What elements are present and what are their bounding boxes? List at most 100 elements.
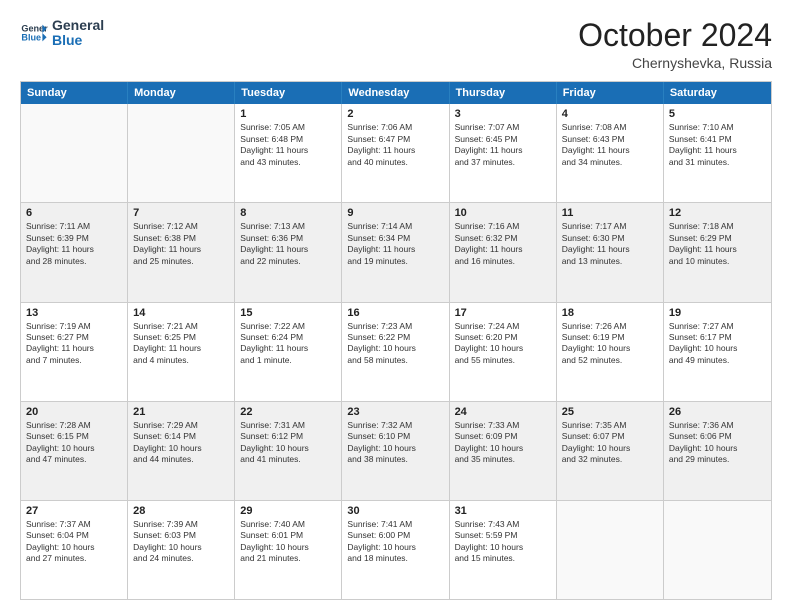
- location: Chernyshevka, Russia: [578, 55, 772, 71]
- cal-day-cell: 7Sunrise: 7:12 AM Sunset: 6:38 PM Daylig…: [128, 203, 235, 301]
- day-number: 15: [240, 307, 336, 319]
- day-details: Sunrise: 7:12 AM Sunset: 6:38 PM Dayligh…: [133, 221, 229, 267]
- day-details: Sunrise: 7:33 AM Sunset: 6:09 PM Dayligh…: [455, 420, 551, 466]
- day-number: 25: [562, 406, 658, 418]
- day-details: Sunrise: 7:21 AM Sunset: 6:25 PM Dayligh…: [133, 321, 229, 367]
- day-number: 26: [669, 406, 766, 418]
- cal-day-cell: 18 Sunrise: 7:26 AM Sunset: 6:19 PM Dayli…: [557, 303, 664, 401]
- day-number: 20: [26, 406, 122, 418]
- cal-day-cell: 14 Sunrise: 7:21 AM Sunset: 6:25 PM Dayli…: [128, 303, 235, 401]
- day-details: Sunrise: 7:27 AM Sunset: 6:17 PM Dayligh…: [669, 321, 766, 367]
- month-title: October 2024: [578, 18, 772, 53]
- cal-day-cell: 22 Sunrise: 7:31 AM Sunset: 6:12 PM Dayli…: [235, 402, 342, 500]
- day-details: Sunrise: 7:07 AM Sunset: 6:45 PM Dayligh…: [455, 122, 551, 168]
- cal-header-day: Monday: [128, 82, 235, 104]
- day-details: Sunrise: 7:31 AM Sunset: 6:12 PM Dayligh…: [240, 420, 336, 466]
- day-number: 10: [455, 207, 551, 219]
- day-details: Sunrise: 7:28 AM Sunset: 6:15 PM Dayligh…: [26, 420, 122, 466]
- day-number: 13: [26, 307, 122, 319]
- cal-day-cell: 1Sunrise: 7:05 AM Sunset: 6:48 PM Daylig…: [235, 104, 342, 202]
- day-details: Sunrise: 7:40 AM Sunset: 6:01 PM Dayligh…: [240, 519, 336, 565]
- cal-day-cell: 16 Sunrise: 7:23 AM Sunset: 6:22 PM Dayli…: [342, 303, 449, 401]
- day-number: 9: [347, 207, 443, 219]
- cal-header-day: Tuesday: [235, 82, 342, 104]
- day-number: 6: [26, 207, 122, 219]
- cal-day-cell: 23 Sunrise: 7:32 AM Sunset: 6:10 PM Dayli…: [342, 402, 449, 500]
- day-number: 12: [669, 207, 766, 219]
- calendar-body: 1Sunrise: 7:05 AM Sunset: 6:48 PM Daylig…: [21, 104, 771, 599]
- day-details: Sunrise: 7:11 AM Sunset: 6:39 PM Dayligh…: [26, 221, 122, 267]
- day-details: Sunrise: 7:29 AM Sunset: 6:14 PM Dayligh…: [133, 420, 229, 466]
- cal-day-cell: 26 Sunrise: 7:36 AM Sunset: 6:06 PM Dayli…: [664, 402, 771, 500]
- cal-header-day: Sunday: [21, 82, 128, 104]
- cal-day-cell: 21 Sunrise: 7:29 AM Sunset: 6:14 PM Dayli…: [128, 402, 235, 500]
- cal-day-cell: 10 Sunrise: 7:16 AM Sunset: 6:32 PM Dayli…: [450, 203, 557, 301]
- day-number: 3: [455, 108, 551, 120]
- cal-day-cell: 4 Sunrise: 7:08 AM Sunset: 6:43 PM Daylig…: [557, 104, 664, 202]
- cal-header-day: Friday: [557, 82, 664, 104]
- day-number: 24: [455, 406, 551, 418]
- cal-day-cell: 15 Sunrise: 7:22 AM Sunset: 6:24 PM Dayli…: [235, 303, 342, 401]
- logo: General Blue General Blue: [20, 18, 104, 49]
- cal-day-cell: 19Sunrise: 7:27 AM Sunset: 6:17 PM Dayli…: [664, 303, 771, 401]
- day-number: 2: [347, 108, 443, 120]
- day-details: Sunrise: 7:37 AM Sunset: 6:04 PM Dayligh…: [26, 519, 122, 565]
- day-details: Sunrise: 7:41 AM Sunset: 6:00 PM Dayligh…: [347, 519, 443, 565]
- cal-day-cell: 12Sunrise: 7:18 AM Sunset: 6:29 PM Dayli…: [664, 203, 771, 301]
- day-number: 31: [455, 505, 551, 517]
- cal-header-day: Saturday: [664, 82, 771, 104]
- cal-header-day: Thursday: [450, 82, 557, 104]
- cal-day-cell: 24 Sunrise: 7:33 AM Sunset: 6:09 PM Dayli…: [450, 402, 557, 500]
- day-details: Sunrise: 7:36 AM Sunset: 6:06 PM Dayligh…: [669, 420, 766, 466]
- day-details: Sunrise: 7:08 AM Sunset: 6:43 PM Dayligh…: [562, 122, 658, 168]
- cal-day-cell: 13 Sunrise: 7:19 AM Sunset: 6:27 PM Dayli…: [21, 303, 128, 401]
- day-details: Sunrise: 7:19 AM Sunset: 6:27 PM Dayligh…: [26, 321, 122, 367]
- day-number: 16: [347, 307, 443, 319]
- calendar-header: SundayMondayTuesdayWednesdayThursdayFrid…: [21, 82, 771, 104]
- day-details: Sunrise: 7:23 AM Sunset: 6:22 PM Dayligh…: [347, 321, 443, 367]
- cal-day-cell: 6 Sunrise: 7:11 AM Sunset: 6:39 PM Daylig…: [21, 203, 128, 301]
- day-details: Sunrise: 7:22 AM Sunset: 6:24 PM Dayligh…: [240, 321, 336, 367]
- day-number: 5: [669, 108, 766, 120]
- logo-text-blue: Blue: [52, 33, 104, 48]
- cal-day-cell: 29 Sunrise: 7:40 AM Sunset: 6:01 PM Dayli…: [235, 501, 342, 599]
- day-details: Sunrise: 7:16 AM Sunset: 6:32 PM Dayligh…: [455, 221, 551, 267]
- cal-day-cell: 30Sunrise: 7:41 AM Sunset: 6:00 PM Dayli…: [342, 501, 449, 599]
- day-number: 28: [133, 505, 229, 517]
- header: General Blue General Blue October 2024 C…: [20, 18, 772, 71]
- cal-week-row: 1Sunrise: 7:05 AM Sunset: 6:48 PM Daylig…: [21, 104, 771, 202]
- day-number: 22: [240, 406, 336, 418]
- cal-day-cell: 9 Sunrise: 7:14 AM Sunset: 6:34 PM Daylig…: [342, 203, 449, 301]
- day-details: Sunrise: 7:10 AM Sunset: 6:41 PM Dayligh…: [669, 122, 766, 168]
- day-number: 4: [562, 108, 658, 120]
- day-details: Sunrise: 7:35 AM Sunset: 6:07 PM Dayligh…: [562, 420, 658, 466]
- cal-day-cell: 20 Sunrise: 7:28 AM Sunset: 6:15 PM Dayli…: [21, 402, 128, 500]
- cal-day-cell: 3 Sunrise: 7:07 AM Sunset: 6:45 PM Daylig…: [450, 104, 557, 202]
- day-number: 14: [133, 307, 229, 319]
- calendar: SundayMondayTuesdayWednesdayThursdayFrid…: [20, 81, 772, 600]
- day-number: 8: [240, 207, 336, 219]
- cal-header-day: Wednesday: [342, 82, 449, 104]
- day-number: 23: [347, 406, 443, 418]
- day-details: Sunrise: 7:32 AM Sunset: 6:10 PM Dayligh…: [347, 420, 443, 466]
- day-details: Sunrise: 7:13 AM Sunset: 6:36 PM Dayligh…: [240, 221, 336, 267]
- cal-week-row: 20 Sunrise: 7:28 AM Sunset: 6:15 PM Dayli…: [21, 401, 771, 500]
- day-details: Sunrise: 7:05 AM Sunset: 6:48 PM Dayligh…: [240, 122, 336, 168]
- day-details: Sunrise: 7:26 AM Sunset: 6:19 PM Dayligh…: [562, 321, 658, 367]
- day-details: Sunrise: 7:17 AM Sunset: 6:30 PM Dayligh…: [562, 221, 658, 267]
- logo-text-general: General: [52, 18, 104, 33]
- day-number: 29: [240, 505, 336, 517]
- logo-icon: General Blue: [20, 19, 48, 47]
- day-number: 11: [562, 207, 658, 219]
- cal-day-cell: 11 Sunrise: 7:17 AM Sunset: 6:30 PM Dayli…: [557, 203, 664, 301]
- cal-day-cell: [128, 104, 235, 202]
- cal-day-cell: 8 Sunrise: 7:13 AM Sunset: 6:36 PM Daylig…: [235, 203, 342, 301]
- cal-day-cell: [664, 501, 771, 599]
- cal-day-cell: 28Sunrise: 7:39 AM Sunset: 6:03 PM Dayli…: [128, 501, 235, 599]
- day-number: 21: [133, 406, 229, 418]
- cal-day-cell: 17Sunrise: 7:24 AM Sunset: 6:20 PM Dayli…: [450, 303, 557, 401]
- day-details: Sunrise: 7:14 AM Sunset: 6:34 PM Dayligh…: [347, 221, 443, 267]
- cal-day-cell: [21, 104, 128, 202]
- cal-day-cell: 5 Sunrise: 7:10 AM Sunset: 6:41 PM Daylig…: [664, 104, 771, 202]
- day-number: 18: [562, 307, 658, 319]
